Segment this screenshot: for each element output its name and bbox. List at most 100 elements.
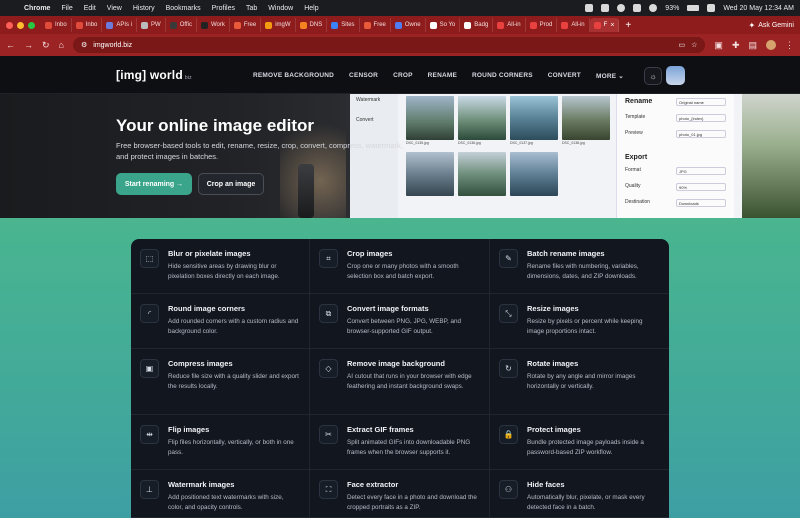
feature-card[interactable]: ⊥ Watermark images Add positioned text wat…: [131, 470, 310, 518]
menu-file[interactable]: File: [61, 5, 72, 12]
window-controls: [0, 21, 41, 29]
status-icon-1[interactable]: [585, 4, 594, 12]
browser-tab[interactable]: Prod: [526, 18, 558, 32]
start-renaming-button[interactable]: Start renaming →: [116, 173, 192, 195]
feature-card[interactable]: ▣ Compress images Reduce file size with a …: [131, 349, 310, 415]
nav-remove-background[interactable]: REMOVE BACKGROUND: [253, 72, 334, 80]
reload-icon[interactable]: ↻: [42, 40, 50, 51]
round-corners-icon: ◜: [140, 304, 159, 323]
menu-window[interactable]: Window: [268, 5, 293, 12]
browser-tab[interactable]: F ×: [589, 18, 620, 32]
browser-tab[interactable]: All-in: [493, 18, 526, 32]
close-tab-icon[interactable]: ×: [610, 22, 614, 29]
browser-tab[interactable]: APIs i: [102, 18, 138, 32]
menu-edit[interactable]: Edit: [84, 5, 96, 12]
nav-crop[interactable]: CROP: [393, 72, 413, 80]
hero-title: Your online image editor: [116, 116, 315, 135]
theme-toggle-button[interactable]: ☼: [644, 67, 662, 85]
wifi-icon[interactable]: [649, 4, 658, 12]
nav-censor[interactable]: CENSOR: [349, 72, 378, 80]
browser-tab[interactable]: Inbo: [72, 18, 103, 32]
browser-tab[interactable]: Badg: [460, 18, 494, 32]
feature-card[interactable]: ⌗ Crop images Crop one or many photos with…: [310, 239, 490, 294]
battery-icon[interactable]: [687, 5, 700, 11]
site-logo[interactable]: [img] world biz: [116, 68, 192, 82]
feature-description: Resize by pixels or percent while keepin…: [527, 318, 643, 335]
menu-app-name[interactable]: Chrome: [24, 5, 50, 12]
bookmark-star-icon[interactable]: ☆: [691, 41, 697, 49]
feature-card[interactable]: ⛶ Face extractor Detect every face in a ph…: [310, 470, 490, 518]
home-icon[interactable]: ⌂: [59, 40, 64, 50]
tab-label: Free: [373, 22, 386, 28]
cast-icon[interactable]: ▭: [679, 41, 686, 49]
menu-dots-icon[interactable]: ⋮: [785, 40, 794, 51]
feature-card[interactable]: ⇹ Flip images Flip files horizontally, ver…: [131, 415, 310, 470]
feature-card[interactable]: ⤡ Resize images Resize by pixels or percen…: [490, 294, 669, 349]
feature-description: Flip files horizontally, vertically, or …: [168, 439, 294, 456]
extension-icon-2[interactable]: ▤: [748, 40, 757, 51]
minimize-window-icon[interactable]: [17, 21, 24, 29]
browser-tab[interactable]: Owne: [391, 18, 426, 32]
browser-tab[interactable]: So Yo: [426, 18, 461, 32]
feature-title: Extract GIF frames: [347, 425, 414, 434]
feature-card[interactable]: ◇ Remove image background AI cutout that r…: [310, 349, 490, 415]
menu-profiles[interactable]: Profiles: [212, 5, 235, 12]
browser-tab[interactable]: Inbo: [41, 18, 72, 32]
feature-description: Add positioned text watermarks with size…: [168, 494, 284, 511]
tab-favicon-icon: [593, 21, 601, 29]
browser-tab[interactable]: Work: [197, 18, 230, 32]
clock[interactable]: Wed 20 May 12:34 AM: [723, 5, 794, 12]
feature-card[interactable]: ↻ Rotate images Rotate by any angle and mi…: [490, 349, 669, 415]
browser-tab[interactable]: DNS: [296, 18, 328, 32]
site-info-icon[interactable]: ⚙: [81, 41, 87, 49]
tab-strip: Inbo Inbo APIs i PW Offic Work Free imgW DNS Site…: [0, 16, 800, 34]
extension-icon-1[interactable]: ▣: [714, 40, 723, 51]
tab-label: Owne: [404, 22, 421, 28]
feature-card[interactable]: ◜ Round image corners Add rounded corners …: [131, 294, 310, 349]
apple-icon[interactable]: [6, 4, 14, 12]
tab-label: Inbo: [85, 22, 98, 28]
browser-tab[interactable]: Offic: [166, 18, 197, 32]
browser-tab[interactable]: Free: [230, 18, 262, 32]
feature-card[interactable]: ✂ Extract GIF frames Split animated GIFs i…: [310, 415, 490, 470]
maximize-window-icon[interactable]: [28, 21, 35, 29]
nav-rename[interactable]: RENAME: [428, 72, 457, 80]
nav-convert[interactable]: CONVERT: [548, 72, 581, 80]
menu-bookmarks[interactable]: Bookmarks: [166, 5, 201, 12]
user-avatar-button[interactable]: [666, 66, 685, 85]
status-icon-4[interactable]: [633, 4, 642, 12]
menu-history[interactable]: History: [133, 5, 155, 12]
back-icon[interactable]: ←: [6, 40, 15, 50]
menu-view[interactable]: View: [107, 5, 122, 12]
close-window-icon[interactable]: [6, 21, 13, 29]
profile-avatar[interactable]: [766, 40, 776, 50]
browser-tab[interactable]: Free: [360, 18, 391, 32]
browser-tab[interactable]: All-in: [557, 18, 590, 32]
puzzle-icon[interactable]: ✚: [732, 40, 740, 51]
tab-favicon-icon: [265, 21, 273, 29]
forward-icon[interactable]: →: [24, 40, 33, 50]
new-tab-icon[interactable]: +: [625, 20, 631, 31]
menu-help[interactable]: Help: [304, 5, 318, 12]
feature-card[interactable]: ⬚ Blur or pixelate images Hide sensitive a…: [131, 239, 310, 294]
feature-description: Bundle protected image payloads inside a…: [527, 439, 644, 456]
browser-tab[interactable]: PW: [137, 18, 166, 32]
menu-tab[interactable]: Tab: [246, 5, 257, 12]
nav-round-corners[interactable]: ROUND CORNERS: [472, 72, 533, 80]
tab-favicon-icon: [75, 21, 83, 29]
feature-card[interactable]: ⧉ Convert image formats Convert between PN…: [310, 294, 490, 349]
crop-image-button[interactable]: Crop an image: [198, 173, 264, 195]
status-icon-2[interactable]: [601, 4, 610, 12]
nav-more[interactable]: MORE ⌄: [596, 72, 624, 80]
browser-tab[interactable]: imgW: [261, 18, 296, 32]
address-bar[interactable]: ⚙ imgworld.biz ▭ ☆: [72, 37, 706, 53]
ask-gemini-button[interactable]: ✦ Ask Gemini: [749, 21, 795, 30]
control-center-icon[interactable]: [707, 4, 716, 12]
feature-title: Resize images: [527, 304, 579, 313]
mockup-label: Quality: [625, 183, 641, 189]
feature-card[interactable]: ✎ Batch rename images Rename files with nu…: [490, 239, 669, 294]
status-icon-3[interactable]: [617, 4, 626, 12]
feature-card[interactable]: 🔒 Protect images Bundle protected image pa…: [490, 415, 669, 470]
browser-tab[interactable]: Sites: [327, 18, 360, 32]
feature-card[interactable]: ⚇ Hide faces Automatically blur, pixelate,…: [490, 470, 669, 518]
